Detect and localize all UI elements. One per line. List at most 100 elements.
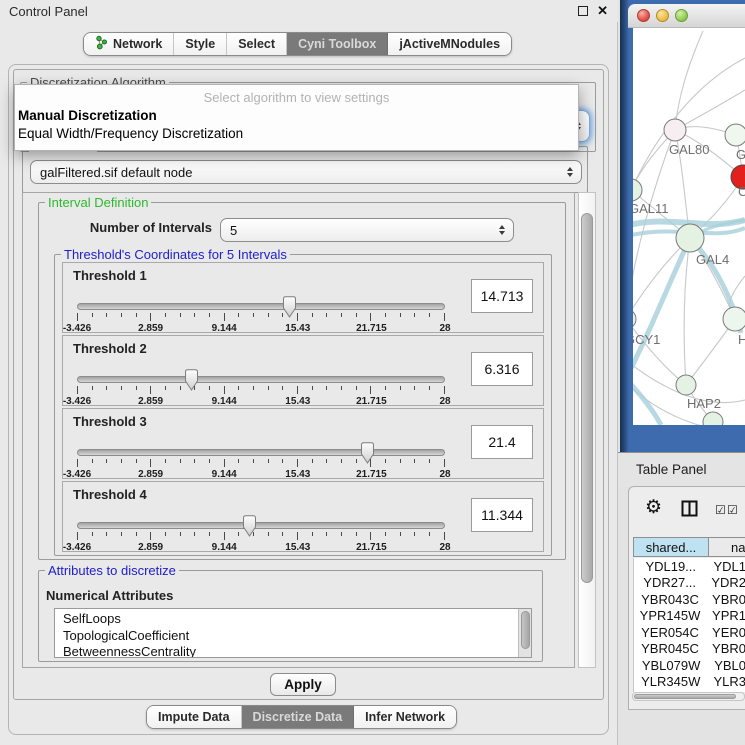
tick-mark <box>429 313 430 317</box>
threshold-slider[interactable]: -3.4262.8599.14415.4321.71528 <box>77 303 445 333</box>
table-row[interactable]: YBR043CYBR0 <box>634 591 745 608</box>
algorithm-option-1[interactable]: Equal Width/Frequency Discretization <box>18 126 243 141</box>
network-edge[interactable] <box>633 58 745 190</box>
column-header-shared[interactable]: shared... <box>634 538 709 556</box>
tab-style[interactable]: Style <box>174 33 227 55</box>
network-edge[interactable] <box>684 238 690 385</box>
table-row[interactable]: YDR27...YDR2 <box>634 575 745 592</box>
algorithm-option-0[interactable]: Manual Discretization <box>18 108 157 123</box>
tab-network[interactable]: Network <box>84 33 174 55</box>
tick-label: 2.859 <box>138 323 163 334</box>
tick-mark <box>136 532 137 536</box>
threshold-value-field[interactable]: 11.344 <box>471 498 533 532</box>
tick-mark <box>165 313 166 317</box>
tab-cyni-toolbox[interactable]: Cyni Toolbox <box>287 33 388 55</box>
table-header-row: shared... na <box>633 537 745 557</box>
table-hscroll-thumb[interactable] <box>634 694 736 699</box>
threshold-value-field[interactable]: 14.713 <box>471 279 533 313</box>
numerical-attributes-list[interactable]: SelfLoopsTopologicalCoefficientBetweenne… <box>54 608 532 658</box>
tick-mark <box>224 532 225 540</box>
main-scrollbar[interactable] <box>578 192 596 668</box>
tick-mark <box>444 459 445 467</box>
tick-label: 9.144 <box>212 396 237 407</box>
threshold-panel: Threshold 3 -3.4262.8599.14415.4321.7152… <box>62 408 544 479</box>
slider-track[interactable] <box>77 376 445 383</box>
slider-track[interactable] <box>77 522 445 529</box>
tick-mark <box>429 459 430 463</box>
float-window-icon[interactable] <box>578 6 588 16</box>
network-edge[interactable] <box>675 31 703 130</box>
tick-mark <box>400 386 401 390</box>
tab-select[interactable]: Select <box>227 33 287 55</box>
tick-mark <box>268 386 269 390</box>
network-canvas[interactable]: GAL80GACGAL11GAL4GCY1HHAP2 <box>633 28 745 425</box>
zoom-window-icon[interactable] <box>675 9 688 22</box>
bottom-tab-impute-data[interactable]: Impute Data <box>147 706 242 728</box>
bottom-tab-discretize-data[interactable]: Discretize Data <box>242 706 355 728</box>
network-edge-highlighted[interactable] <box>633 373 661 425</box>
tick-mark <box>238 313 239 317</box>
main-scrollbar-thumb[interactable] <box>581 213 593 583</box>
network-node[interactable] <box>676 224 704 252</box>
slider-track[interactable] <box>77 303 445 310</box>
slider-tick-labels: -3.4262.8599.14415.4321.71528 <box>77 323 445 334</box>
gear-icon[interactable]: ⚙ <box>645 498 662 518</box>
network-node[interactable] <box>633 309 636 329</box>
tick-mark <box>297 532 298 540</box>
table-row[interactable]: YDL19...YDL1 <box>634 558 745 575</box>
network-graph[interactable]: GAL80GACGAL11GAL4GCY1HHAP2 <box>633 28 745 425</box>
tick-mark <box>297 386 298 394</box>
tick-mark <box>429 532 430 536</box>
table-horizontal-scrollbar[interactable] <box>632 692 745 701</box>
column-header-name[interactable]: na <box>709 538 745 556</box>
table-data-combo[interactable]: galFiltered.sif default node <box>30 160 582 184</box>
threshold-slider[interactable]: -3.4262.8599.14415.4321.71528 <box>77 522 445 552</box>
table-row[interactable]: YER054CYER0 <box>634 624 745 641</box>
columns-icon[interactable] <box>681 500 698 517</box>
apply-button[interactable]: Apply <box>270 673 336 696</box>
attribute-list-item[interactable]: TopologicalCoefficient <box>63 628 531 645</box>
attribute-list-item[interactable]: BetweennessCentrality <box>63 644 531 658</box>
table-panel: ⚙ ☑ ☑ shared... na YDL19...YDL1YDR27...Y… <box>628 486 745 710</box>
table-row[interactable]: YBR045CYBR0 <box>634 641 745 658</box>
tick-label: 28 <box>439 469 450 480</box>
tick-mark <box>385 313 386 317</box>
table-row[interactable]: YBL079WYBL0 <box>634 657 745 674</box>
close-window-icon[interactable] <box>637 9 650 22</box>
cell-name: YBR0 <box>706 592 745 607</box>
threshold-value-field[interactable]: 21.4 <box>471 425 533 459</box>
tick-label: 9.144 <box>212 469 237 480</box>
threshold-slider[interactable]: -3.4262.8599.14415.4321.71528 <box>77 449 445 479</box>
tab-label: Impute Data <box>158 710 230 724</box>
bottom-tab-infer-network[interactable]: Infer Network <box>354 706 456 728</box>
tick-mark <box>400 313 401 317</box>
checkbox-icon[interactable]: ☑ <box>715 504 726 516</box>
network-node[interactable] <box>723 307 745 331</box>
threshold-panel: Threshold 4 -3.4262.8599.14415.4321.7152… <box>62 481 544 552</box>
tick-mark <box>224 386 225 394</box>
table-panel-title: Table Panel <box>636 462 707 477</box>
close-icon[interactable]: ✕ <box>597 2 608 20</box>
list-scrollbar[interactable] <box>518 609 531 657</box>
network-edge-highlighted[interactable] <box>633 238 690 376</box>
minimize-window-icon[interactable] <box>656 9 669 22</box>
checkbox-icon[interactable]: ☑ <box>727 504 738 516</box>
network-node[interactable] <box>664 119 686 141</box>
attributes-group-label: Attributes to discretize <box>45 563 179 578</box>
tick-mark <box>268 313 269 317</box>
number-of-intervals-combo[interactable]: 5 <box>220 218 514 242</box>
tick-label: -3.426 <box>63 323 91 334</box>
attribute-list-item[interactable]: SelfLoops <box>63 611 531 628</box>
threshold-slider[interactable]: -3.4262.8599.14415.4321.71528 <box>77 376 445 406</box>
tick-mark <box>312 313 313 317</box>
network-node[interactable] <box>676 375 696 395</box>
tick-label: 28 <box>439 396 450 407</box>
tab-jactivemnodules[interactable]: jActiveMNodules <box>388 33 511 55</box>
table-row[interactable]: YPR145WYPR1 <box>634 608 745 625</box>
tick-mark <box>312 386 313 390</box>
threshold-value-field[interactable]: 6.316 <box>471 352 533 386</box>
slider-track[interactable] <box>77 449 445 456</box>
table-row[interactable]: YLR345WYLR3 <box>634 674 745 691</box>
network-node[interactable] <box>725 124 745 146</box>
list-scrollbar-thumb[interactable] <box>521 611 530 649</box>
